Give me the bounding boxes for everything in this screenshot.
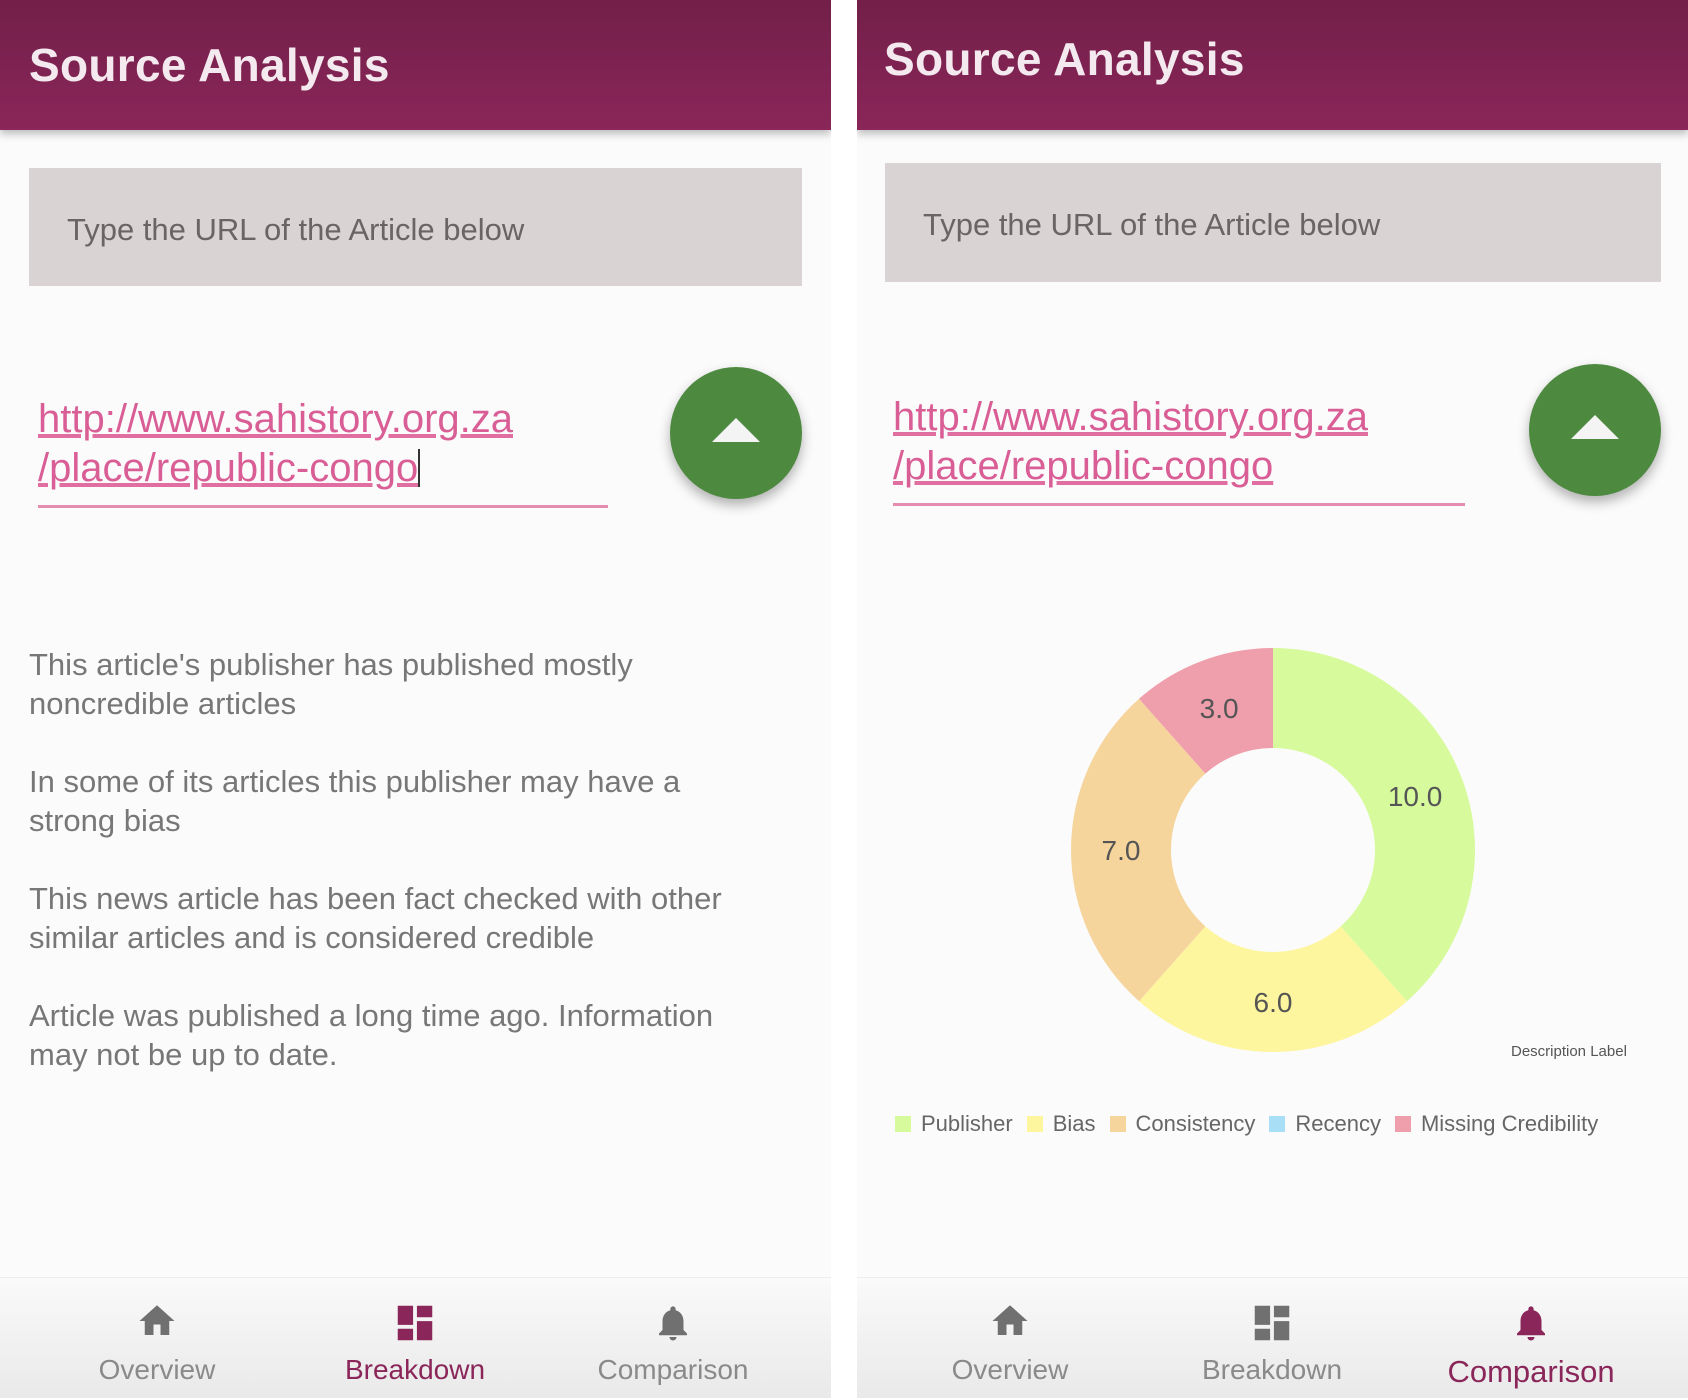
message-consistency: This news article has been fact checked … [29, 881, 722, 955]
nav-overview-label: Overview [951, 1354, 1069, 1385]
message-recency: Article was published a long time ago. I… [29, 998, 714, 1072]
donut-value-label-bias: 6.0 [1254, 987, 1293, 1018]
legend-swatch [1109, 1116, 1126, 1132]
nav-comparison-label: Comparison [1447, 1354, 1615, 1389]
nav-overview[interactable]: Overview [27, 1278, 287, 1398]
legend-label: Consistency [1135, 1111, 1256, 1136]
dashboard-icon [1254, 1305, 1290, 1341]
message-bias: In some of its articles this publisher m… [29, 764, 681, 838]
bottom-navigation: Overview Breakdown Comparison [0, 1277, 831, 1398]
analyze-button[interactable] [670, 367, 802, 499]
triangle-up-icon [712, 418, 760, 442]
app-title: Source Analysis [29, 39, 390, 91]
legend-label: Recency [1295, 1111, 1381, 1136]
legend-swatch [1394, 1116, 1411, 1132]
legend-item-publisher: Publisher [895, 1111, 1013, 1137]
nav-overview[interactable]: Overview [880, 1278, 1140, 1398]
nav-breakdown-label: Breakdown [344, 1354, 486, 1385]
message-publisher: This article's publisher has published m… [29, 647, 633, 721]
dashboard-icon [397, 1305, 433, 1341]
legend-label: Publisher [921, 1111, 1013, 1136]
credibility-donut-chart: 10.06.07.00.03.0 [1071, 648, 1475, 1052]
home-icon [139, 1305, 175, 1335]
legend-label: Missing Credibility [1420, 1111, 1599, 1136]
legend-item-recency: Recency [1269, 1111, 1381, 1137]
donut-value-label-publisher: 10.0 [1388, 781, 1443, 812]
url-input[interactable]: http://www.sahistory.org.za /place/repub… [38, 395, 608, 508]
url-prompt-label: Type the URL of the Article below [67, 212, 525, 247]
nav-overview-label: Overview [98, 1354, 216, 1385]
donut-value-label-missing-credibility: 3.0 [1200, 693, 1239, 724]
nav-breakdown[interactable]: Breakdown [1142, 1278, 1402, 1398]
text-cursor [418, 449, 421, 487]
nav-comparison[interactable]: Comparison [1401, 1278, 1661, 1398]
home-icon [992, 1305, 1028, 1335]
breakdown-screen: Source Analysis Type the URL of the Arti… [0, 0, 831, 1398]
chart-legend: Publisher Bias Consistency Recency Missing C… [895, 1111, 1685, 1137]
url-input-value: http://www.sahistory.org.za /place/repub… [38, 397, 513, 490]
nav-comparison[interactable]: Comparison [543, 1278, 803, 1398]
legend-item-bias: Bias [1026, 1111, 1096, 1137]
comparison-screen: Source Analysis Type the URL of the Arti… [857, 0, 1688, 1398]
nav-breakdown-label: Breakdown [1201, 1354, 1343, 1385]
legend-item-consistency: Consistency [1109, 1111, 1256, 1137]
nav-comparison-label: Comparison [597, 1354, 749, 1385]
legend-swatch [895, 1116, 911, 1132]
legend-swatch [1269, 1116, 1286, 1132]
chart-description-label: Description Label [1511, 1043, 1627, 1060]
bell-icon [1517, 1306, 1545, 1341]
donut-value-label-consistency: 7.0 [1102, 835, 1141, 866]
nav-breakdown[interactable]: Breakdown [285, 1278, 545, 1398]
bottom-navigation: Overview Breakdown Comparison [857, 1277, 1688, 1398]
legend-swatch [1026, 1116, 1043, 1132]
url-prompt-box: Type the URL of the Article below [29, 168, 802, 286]
analysis-messages: This article's publisher has published m… [29, 645, 799, 1113]
bell-icon [659, 1306, 687, 1341]
legend-item-missing-credibility: Missing Credibility [1394, 1111, 1599, 1137]
legend-label: Bias [1052, 1111, 1096, 1136]
app-bar: Source Analysis [0, 0, 831, 130]
